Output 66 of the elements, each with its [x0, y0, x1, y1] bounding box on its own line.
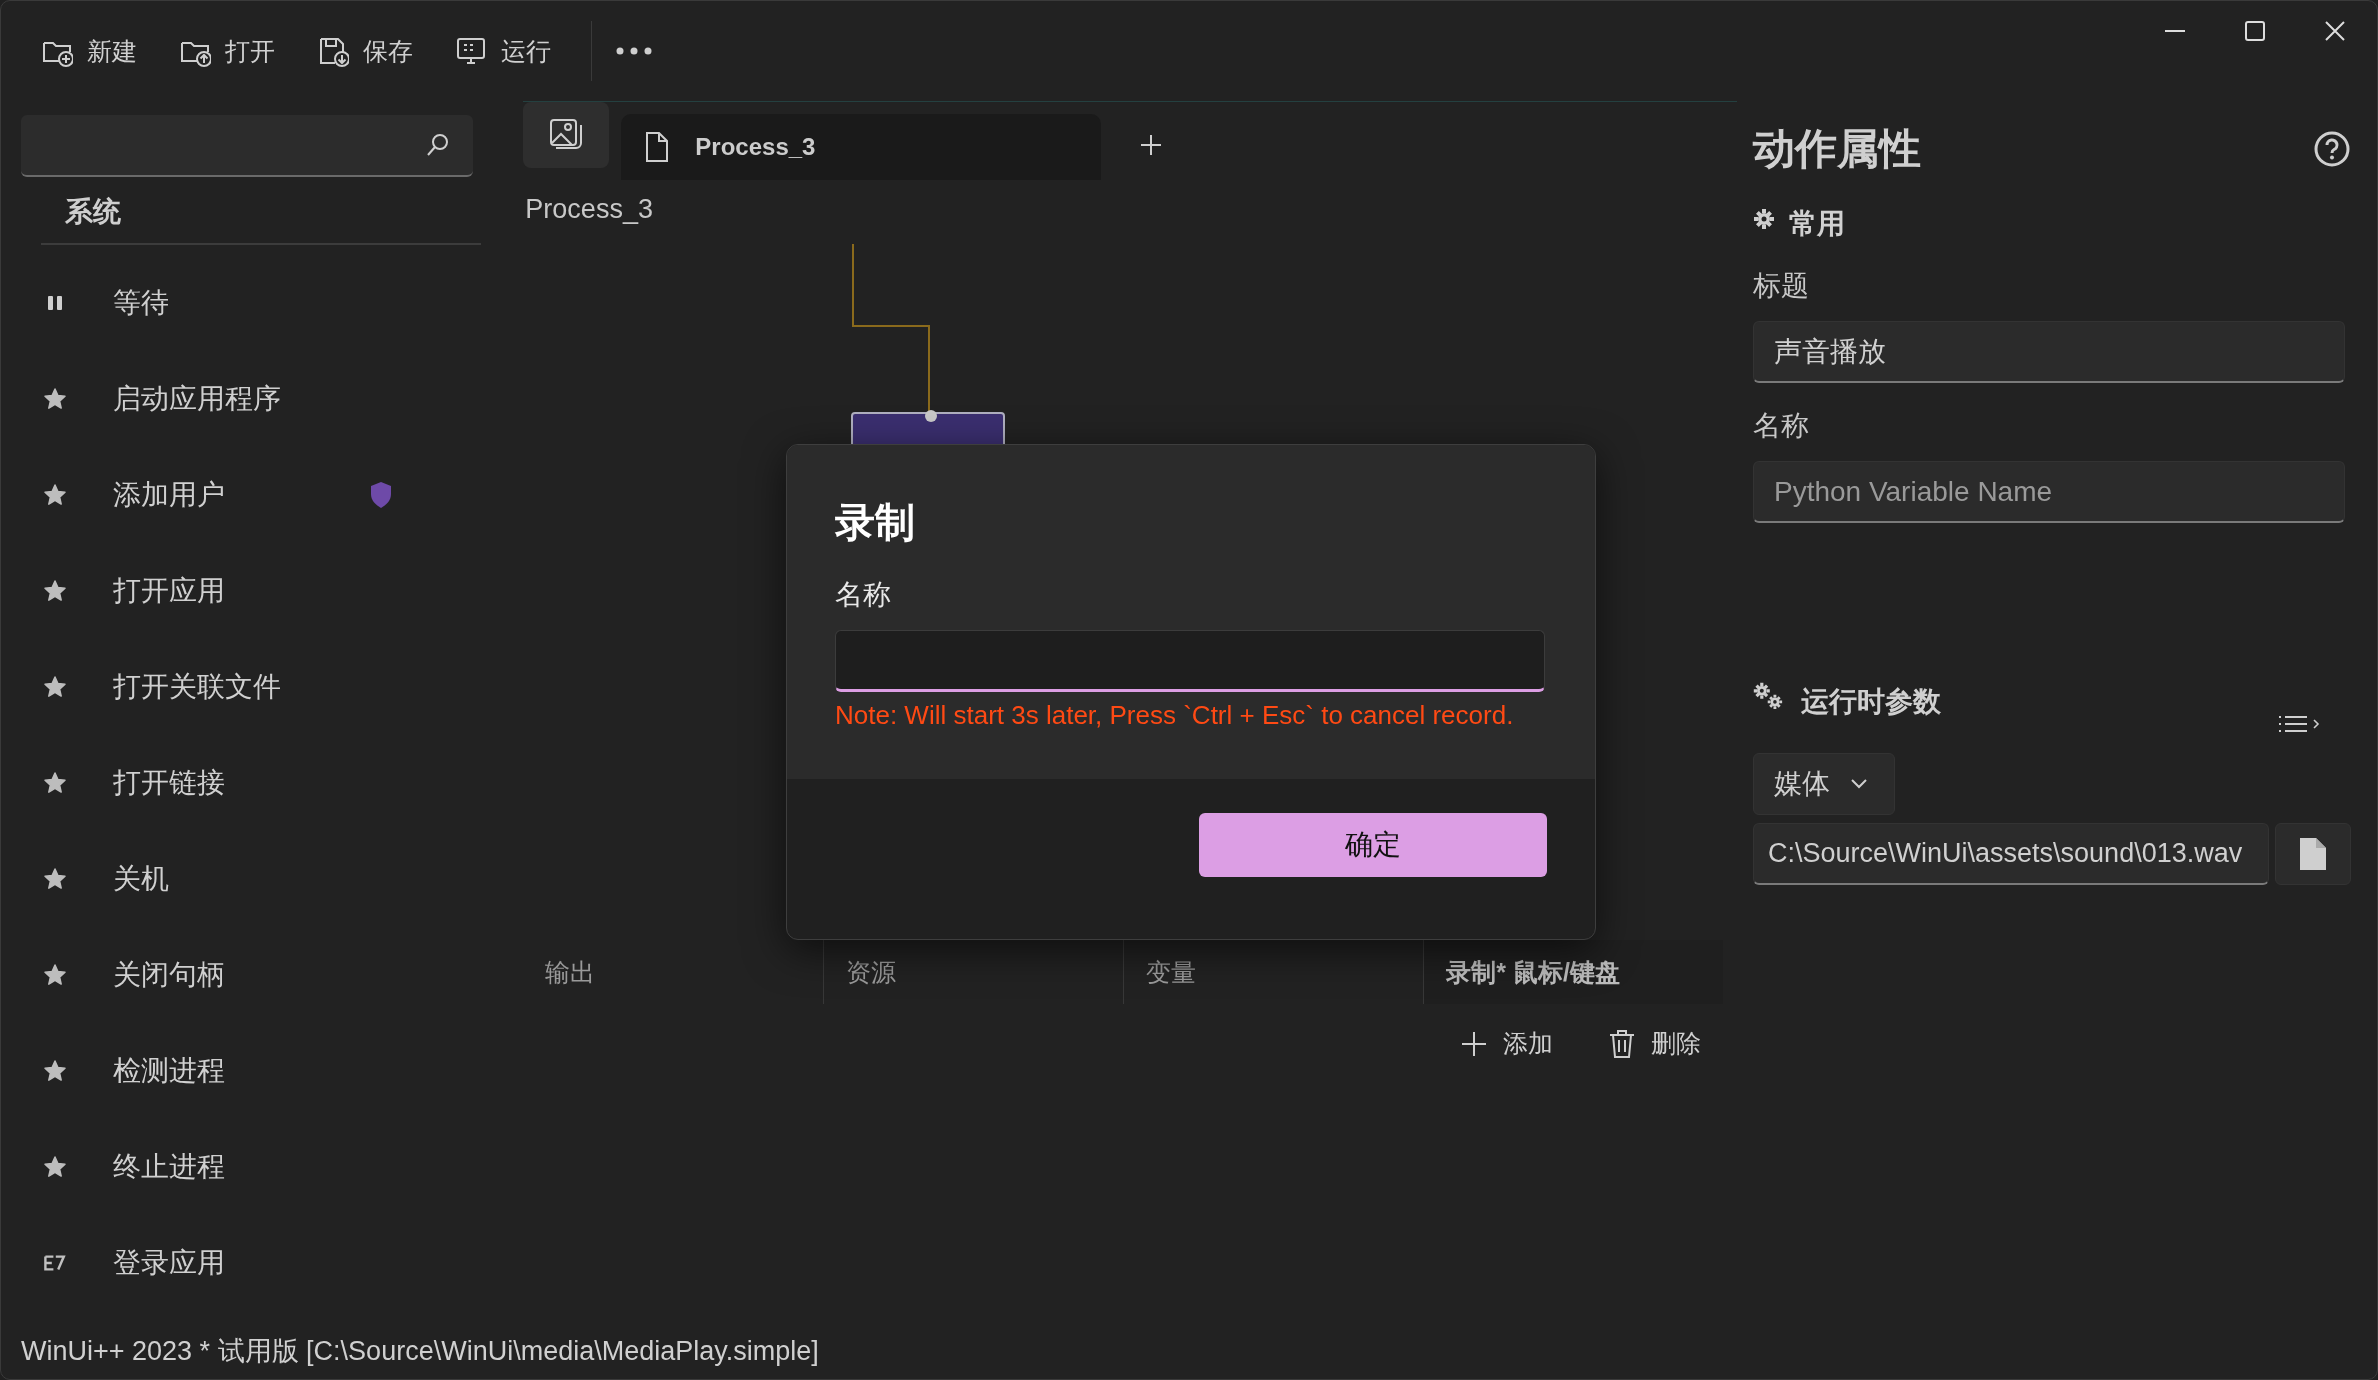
- star-icon: [43, 867, 67, 891]
- connector-dot: [925, 410, 938, 422]
- help-icon[interactable]: [2313, 130, 2351, 168]
- note-text: Note: Will start 3s later, Press `Ctrl + Esc` to cancel record.: [835, 700, 1515, 731]
- dropdown[interactable]: 媒体: [1753, 753, 1895, 815]
- sidebar-item[interactable]: 添加用户: [21, 447, 482, 543]
- sidebar-item[interactable]: 检测进程: [21, 1023, 482, 1119]
- star-icon: [43, 483, 67, 507]
- field-label: 名称: [1753, 409, 1810, 443]
- sidebar-item[interactable]: 登录应用: [21, 1215, 482, 1311]
- sidebar-item[interactable]: 打开关联文件: [21, 639, 482, 735]
- toolbar-button[interactable]: 新建: [31, 28, 147, 74]
- text-field[interactable]: 声音播放: [1753, 321, 2345, 383]
- section-header: 系统: [41, 177, 481, 245]
- section-heading: 运行时参数: [1801, 685, 1941, 719]
- close-icon[interactable]: [2323, 19, 2347, 43]
- more-icon[interactable]: [614, 45, 654, 57]
- path-field[interactable]: C:\Source\WinUi\assets\sound\013.wav: [1753, 823, 2269, 885]
- sidebar-item[interactable]: 打开链接: [21, 735, 482, 831]
- search-icon: [425, 132, 451, 158]
- star-icon: [43, 963, 67, 987]
- login-icon: [43, 1252, 67, 1274]
- image-tab[interactable]: [523, 102, 610, 168]
- section-heading: 常用: [1789, 207, 1845, 241]
- monitor-icon: [455, 35, 487, 67]
- panel-title: 动作属性: [1753, 124, 1921, 174]
- toolbar-button[interactable]: 运行: [445, 28, 561, 74]
- sidebar-item[interactable]: 等待: [21, 255, 482, 351]
- star-icon: [43, 771, 67, 795]
- sidebar-item[interactable]: 关闭句柄: [21, 927, 482, 1023]
- canvas-title: Process_3: [524, 193, 654, 225]
- star-icon: [43, 387, 67, 411]
- save-icon: [317, 35, 349, 67]
- toolbar-button[interactable]: 打开: [169, 28, 285, 74]
- plus-icon: [1461, 1030, 1487, 1057]
- add-button[interactable]: 添加: [1455, 1026, 1559, 1061]
- panel-tab[interactable]: 输出: [523, 940, 824, 1004]
- status-text: WinUi++ 2023 * 试用版 [C:\Source\WinUi\media\MediaPlay.simple]: [21, 1335, 819, 1368]
- field-label: 标题: [1753, 269, 1810, 303]
- document-icon: [645, 131, 670, 163]
- sidebar-item[interactable]: 关机: [21, 831, 482, 927]
- field-label: 名称: [835, 578, 892, 612]
- star-icon: [43, 1059, 67, 1083]
- search-field[interactable]: [21, 115, 473, 177]
- star-icon: [43, 675, 67, 699]
- document-tab[interactable]: Process_3: [621, 114, 1102, 180]
- file-icon: [2298, 836, 2328, 872]
- plus-icon: [1139, 133, 1164, 157]
- pause-icon: [47, 294, 63, 312]
- dialog-title: 录制: [835, 499, 916, 546]
- star-icon: [43, 1155, 67, 1179]
- maximize-icon[interactable]: [2243, 19, 2267, 43]
- file-picker-button[interactable]: [2275, 823, 2351, 885]
- sidebar-item[interactable]: 终止进程: [21, 1119, 482, 1215]
- toolbar-button[interactable]: 保存: [307, 28, 423, 74]
- gear-icon: [1753, 208, 1775, 230]
- list-expand-icon[interactable]: [2277, 713, 2321, 735]
- trash-icon: [1609, 1028, 1635, 1059]
- chevron-down-icon: [1850, 778, 1868, 790]
- sidebar-item[interactable]: 启动应用程序: [21, 351, 482, 447]
- ok-button[interactable]: 确定: [1199, 813, 1547, 877]
- text-field[interactable]: Python Variable Name: [1753, 461, 2345, 523]
- star-icon: [43, 579, 67, 603]
- delete-button[interactable]: 删除: [1603, 1026, 1707, 1061]
- sidebar-item[interactable]: 打开应用: [21, 543, 482, 639]
- name-field[interactable]: [835, 630, 1545, 692]
